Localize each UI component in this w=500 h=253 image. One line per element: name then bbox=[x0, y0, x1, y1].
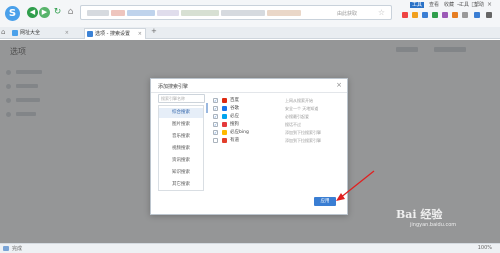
new-tab-button[interactable]: + bbox=[151, 27, 157, 35]
engine-row[interactable]: ✓ 百度 上网从搜索开始 bbox=[213, 97, 343, 104]
top-menu-item[interactable]: 收藏 bbox=[444, 2, 454, 8]
extension-icon[interactable] bbox=[422, 12, 428, 18]
tab-close-icon[interactable]: × bbox=[138, 29, 142, 40]
engine-checkbox[interactable]: ✓ bbox=[213, 106, 218, 111]
extension-icon[interactable] bbox=[412, 12, 418, 18]
engine-desc: 必搜最引起爱 bbox=[285, 114, 309, 119]
extension-icon[interactable] bbox=[462, 12, 468, 18]
engine-desc: 添加到下拉搜索引擎 bbox=[285, 138, 321, 143]
blurred-url-segment bbox=[221, 10, 265, 16]
watermark-url: jingyan.baidu.com bbox=[410, 222, 457, 228]
engine-desc: 上网从搜索开始 bbox=[285, 98, 313, 103]
address-hint: 由此获取 bbox=[336, 11, 357, 17]
engine-checkbox[interactable]: ✓ bbox=[213, 122, 218, 127]
forward-icon[interactable]: ▶ bbox=[39, 7, 50, 18]
engine-checkbox[interactable]: ✓ bbox=[213, 114, 218, 119]
engine-search-input[interactable]: 搜索引擎名称 bbox=[158, 94, 205, 103]
bing-icon bbox=[222, 130, 227, 135]
extension-icon[interactable] bbox=[474, 12, 480, 18]
category-list: 综合搜索 图片搜索 音乐搜索 视频搜索 资讯搜索 知识搜索 其它搜索 bbox=[158, 105, 204, 191]
sogou-icon bbox=[222, 122, 227, 127]
category-item[interactable]: 资讯搜索 bbox=[159, 156, 203, 166]
engine-checkbox[interactable] bbox=[213, 138, 218, 143]
engine-checkbox[interactable]: ✓ bbox=[213, 98, 218, 103]
tab-label: 网址大全 bbox=[20, 30, 41, 36]
extension-icon[interactable] bbox=[452, 12, 458, 18]
extension-icon[interactable] bbox=[402, 12, 408, 18]
blurred-url-segment bbox=[111, 10, 125, 16]
extension-icon[interactable] bbox=[442, 12, 448, 18]
category-item[interactable]: 其它搜索 bbox=[159, 180, 203, 190]
category-item[interactable]: 知识搜索 bbox=[159, 168, 203, 178]
extension-icon[interactable] bbox=[432, 12, 438, 18]
category-item[interactable]: 图片搜索 bbox=[159, 120, 203, 130]
top-menu-item[interactable]: 查看 bbox=[429, 2, 439, 8]
engine-desc: 搜话不过 bbox=[285, 122, 301, 127]
engine-name: 有道 bbox=[230, 138, 239, 143]
add-search-engine-dialog: 添加搜索引擎 × 搜索引擎名称 综合搜索 图片搜索 音乐搜索 视频搜索 资讯搜索… bbox=[150, 78, 348, 215]
blurred-url-segment bbox=[87, 10, 109, 16]
blurred-url-segment bbox=[181, 10, 219, 16]
address-bar[interactable]: 由此获取 ☆ bbox=[80, 5, 392, 20]
tab-strip: ⌂ 网址大全 × 选项 - 搜索设置 × + bbox=[0, 27, 500, 39]
engine-name: 必应bing bbox=[230, 130, 249, 135]
engine-row[interactable]: ✓ 谷歌 安全一个 天地知道 bbox=[213, 105, 343, 112]
engine-name: 必应 bbox=[230, 114, 239, 119]
engine-checkbox[interactable]: ✓ bbox=[213, 130, 218, 135]
category-item[interactable]: 综合搜索 bbox=[159, 108, 203, 118]
top-menu-item[interactable]: 工具 bbox=[410, 2, 425, 8]
zoom-level[interactable]: 100% bbox=[478, 245, 492, 251]
category-item[interactable]: 音乐搜索 bbox=[159, 132, 203, 142]
home-icon[interactable]: ⌂ bbox=[65, 7, 76, 18]
menu-icon[interactable] bbox=[486, 12, 492, 18]
tab-close-icon[interactable]: × bbox=[65, 28, 69, 39]
watermark: Bai 经验 jingyan.baidu.com bbox=[396, 206, 456, 228]
tab-home[interactable]: 网址大全 × bbox=[10, 28, 72, 39]
engine-name: 谷歌 bbox=[230, 106, 239, 111]
status-bar: 完成 100% bbox=[0, 243, 500, 253]
tab-favicon-icon bbox=[12, 30, 18, 36]
browser-window: S ◀ ▶ ↻ ⌂ 由此获取 ☆ 工具 查看 收藏 工具 帮助 − □ × ⌂ … bbox=[0, 0, 500, 253]
bing-icon bbox=[222, 114, 227, 119]
engine-desc: 安全一个 天地知道 bbox=[285, 106, 319, 111]
back-icon[interactable]: ◀ bbox=[27, 7, 38, 18]
dialog-title: 添加搜索引擎 bbox=[158, 84, 189, 90]
engine-name: 搜狗 bbox=[230, 122, 239, 127]
category-item[interactable]: 视频搜索 bbox=[159, 144, 203, 154]
tab-favicon-icon bbox=[87, 31, 93, 37]
blurred-url-segment bbox=[267, 10, 301, 16]
apply-button[interactable]: 应用 bbox=[314, 197, 336, 206]
status-text: 完成 bbox=[12, 246, 23, 252]
watermark-logo: Bai 经验 bbox=[396, 208, 443, 221]
engine-row[interactable]: 有道 添加到下拉搜索引擎 bbox=[213, 137, 343, 144]
toolbar-extension-icons bbox=[400, 12, 496, 20]
tab-label: 选项 - 搜索设置 bbox=[95, 31, 130, 37]
category-scrollbar[interactable] bbox=[206, 103, 208, 113]
engine-desc: 添加到下拉搜索引擎 bbox=[285, 130, 321, 135]
close-icon[interactable]: × bbox=[336, 81, 342, 89]
engine-row[interactable]: ✓ 必应 必搜最引起爱 bbox=[213, 113, 343, 120]
dialog-header: 添加搜索引擎 × bbox=[151, 79, 347, 93]
browser-logo-icon: S bbox=[5, 6, 20, 21]
google-icon bbox=[222, 106, 227, 111]
engine-list: ✓ 百度 上网从搜索开始 ✓ 谷歌 安全一个 天地知道 ✓ 必应 必搜最引起爱 … bbox=[213, 97, 343, 147]
tab-home-icon[interactable]: ⌂ bbox=[1, 28, 5, 36]
tab-search-settings[interactable]: 选项 - 搜索设置 × bbox=[84, 28, 146, 39]
window-controls[interactable]: − □ × bbox=[456, 1, 496, 8]
star-icon[interactable]: ☆ bbox=[378, 8, 385, 17]
blurred-url-segment bbox=[127, 10, 155, 16]
browser-toolbar: S ◀ ▶ ↻ ⌂ 由此获取 ☆ 工具 查看 收藏 工具 帮助 − □ × bbox=[0, 0, 500, 27]
status-icon bbox=[3, 246, 9, 251]
engine-row[interactable]: ✓ 必应bing 添加到下拉搜索引擎 bbox=[213, 129, 343, 136]
youdao-icon bbox=[222, 138, 227, 143]
reload-icon[interactable]: ↻ bbox=[52, 7, 63, 18]
engine-name: 百度 bbox=[230, 98, 239, 103]
engine-row[interactable]: ✓ 搜狗 搜话不过 bbox=[213, 121, 343, 128]
blurred-url-segment bbox=[157, 10, 179, 16]
baidu-icon bbox=[222, 98, 227, 103]
